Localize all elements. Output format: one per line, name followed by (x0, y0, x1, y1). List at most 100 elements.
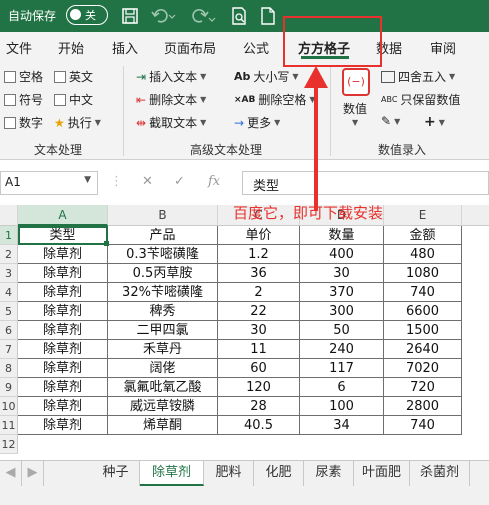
insert-text-button[interactable]: ⇥ 插入文本 ▼ (136, 68, 206, 85)
row-header[interactable]: 6 (0, 321, 18, 340)
row-header[interactable]: 12 (0, 435, 18, 454)
sheet-tab-fungicide[interactable]: 杀菌剂 (410, 461, 470, 486)
cell-b2[interactable]: 0.3苄嘧磺隆 (108, 245, 218, 264)
cell-d4[interactable]: 370 (300, 283, 384, 302)
cell-b11[interactable]: 烯草酮 (108, 416, 218, 435)
row-header[interactable]: 1 (0, 226, 18, 245)
round-button[interactable]: 四舍五入 ▼ (381, 68, 455, 85)
cell-e7[interactable]: 2640 (384, 340, 462, 359)
cell-d11[interactable]: 34 (300, 416, 384, 435)
row-header[interactable]: 5 (0, 302, 18, 321)
cell-d5[interactable]: 300 (300, 302, 384, 321)
tab-file[interactable]: 文件 (6, 38, 32, 57)
cell-a10[interactable]: 除草剂 (18, 397, 108, 416)
cell-a7[interactable]: 除草剂 (18, 340, 108, 359)
cell-c1[interactable]: 单价 (218, 226, 300, 245)
name-box[interactable]: A1 ▼ (0, 171, 98, 195)
cell-a1[interactable]: 类型 (18, 226, 108, 245)
cell-d10[interactable]: 100 (300, 397, 384, 416)
cell-e5[interactable]: 6600 (384, 302, 462, 321)
cell-c9[interactable]: 120 (218, 378, 300, 397)
more-button[interactable]: → 更多 ▼ (234, 114, 280, 131)
fill-handle[interactable] (104, 241, 109, 246)
row-header[interactable]: 11 (0, 416, 18, 435)
row-header[interactable]: 3 (0, 264, 18, 283)
numeric-button-label[interactable]: 数值 (343, 100, 367, 117)
cell-d3[interactable]: 30 (300, 264, 384, 283)
column-header-a[interactable]: A (18, 205, 108, 226)
checkbox-chinese[interactable]: 中文 (54, 91, 93, 108)
execute-button[interactable]: ★ 执行 ▼ (54, 114, 101, 131)
select-all-corner[interactable] (0, 205, 18, 226)
confirm-icon[interactable]: ✓ (174, 174, 185, 189)
numeric-icon[interactable]: (−) (342, 68, 370, 96)
fx-icon[interactable]: fx (208, 174, 220, 189)
cell-e9[interactable]: 720 (384, 378, 462, 397)
cell-b8[interactable]: 阔佬 (108, 359, 218, 378)
cell-a5[interactable]: 除草剂 (18, 302, 108, 321)
cell-a9[interactable]: 除草剂 (18, 378, 108, 397)
checkbox-space[interactable]: 空格 (4, 68, 43, 85)
cell-a8[interactable]: 除草剂 (18, 359, 108, 378)
undo-icon[interactable] (150, 6, 176, 26)
tab-home[interactable]: 开始 (58, 38, 84, 57)
cell-e8[interactable]: 7020 (384, 359, 462, 378)
scroll-left-icon[interactable]: ◀ (0, 461, 22, 486)
cell-b4[interactable]: 32%苄嘧磺隆 (108, 283, 218, 302)
cell-e3[interactable]: 1080 (384, 264, 462, 283)
sheet-tab-chemical-fertilizer[interactable]: 化肥 (254, 461, 304, 486)
cell-b3[interactable]: 0.5丙草胺 (108, 264, 218, 283)
cell-d2[interactable]: 400 (300, 245, 384, 264)
sheet-tab-seeds[interactable]: 种子 (92, 461, 140, 486)
row-header[interactable]: 9 (0, 378, 18, 397)
checkbox-symbol[interactable]: 符号 (4, 91, 43, 108)
cell-d7[interactable]: 240 (300, 340, 384, 359)
cell-d6[interactable]: 50 (300, 321, 384, 340)
cell-c10[interactable]: 28 (218, 397, 300, 416)
edit-numeric-button[interactable]: ✎ ▼ (381, 114, 400, 128)
cell-b9[interactable]: 氯氟吡氧乙酸 (108, 378, 218, 397)
tab-insert[interactable]: 插入 (112, 38, 138, 57)
scroll-right-icon[interactable]: ▶ (22, 461, 44, 486)
cell-e4[interactable]: 740 (384, 283, 462, 302)
cell-b1[interactable]: 产品 (108, 226, 218, 245)
checkbox-english[interactable]: 英文 (54, 68, 93, 85)
cell-c11[interactable]: 40.5 (218, 416, 300, 435)
cell-c6[interactable]: 30 (218, 321, 300, 340)
cut-text-button[interactable]: ⇹ 截取文本 ▼ (136, 114, 206, 131)
add-button[interactable]: + ▼ (424, 114, 445, 130)
cell-c7[interactable]: 11 (218, 340, 300, 359)
row-header[interactable]: 10 (0, 397, 18, 416)
sheet-tab-foliar[interactable]: 叶面肥 (354, 461, 410, 486)
column-header-e[interactable]: E (384, 205, 462, 226)
autosave-toggle[interactable]: 关 (66, 5, 108, 25)
sheet-tab-herbicide[interactable]: 除草剂 (140, 461, 204, 486)
cell-d8[interactable]: 117 (300, 359, 384, 378)
save-icon[interactable] (120, 6, 140, 26)
cell-b6[interactable]: 二甲四氯 (108, 321, 218, 340)
cell-c2[interactable]: 1.2 (218, 245, 300, 264)
cell-e2[interactable]: 480 (384, 245, 462, 264)
checkbox-number[interactable]: 数字 (4, 114, 43, 131)
cell-e10[interactable]: 2800 (384, 397, 462, 416)
cell-b5[interactable]: 稗秀 (108, 302, 218, 321)
cell-c5[interactable]: 22 (218, 302, 300, 321)
sheet-tab-fertilizer[interactable]: 肥料 (204, 461, 254, 486)
tab-formulas[interactable]: 公式 (243, 38, 269, 57)
row-header[interactable]: 2 (0, 245, 18, 264)
cell-d9[interactable]: 6 (300, 378, 384, 397)
tab-review[interactable]: 审阅 (430, 38, 456, 57)
redo-icon[interactable] (190, 6, 216, 26)
sheet-tab-urea[interactable]: 尿素 (304, 461, 354, 486)
cell-b7[interactable]: 禾草丹 (108, 340, 218, 359)
new-file-icon[interactable] (258, 6, 278, 26)
cell-e6[interactable]: 1500 (384, 321, 462, 340)
cell-a3[interactable]: 除草剂 (18, 264, 108, 283)
row-header[interactable]: 4 (0, 283, 18, 302)
cancel-icon[interactable]: ✕ (142, 174, 153, 189)
row-header[interactable]: 7 (0, 340, 18, 359)
keep-numeric-button[interactable]: ABC 只保留数值 (381, 91, 460, 108)
tab-page-layout[interactable]: 页面布局 (164, 38, 216, 57)
column-header-b[interactable]: B (108, 205, 218, 226)
formula-input[interactable]: 类型 (242, 171, 489, 195)
